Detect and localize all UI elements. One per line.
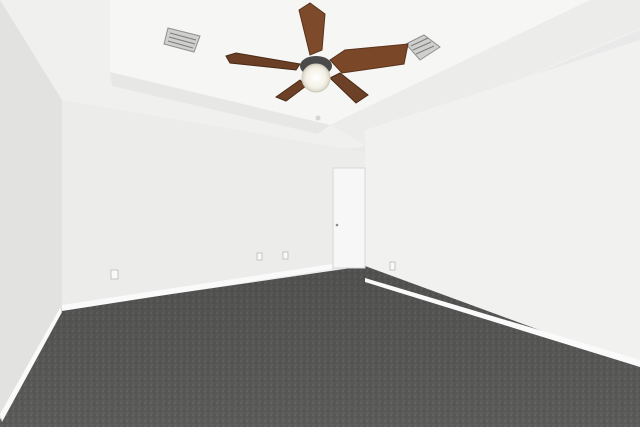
- door: [332, 167, 366, 269]
- door-knob-icon: [335, 223, 339, 227]
- ceiling-fixture: [315, 115, 321, 121]
- room-photo: [0, 0, 640, 427]
